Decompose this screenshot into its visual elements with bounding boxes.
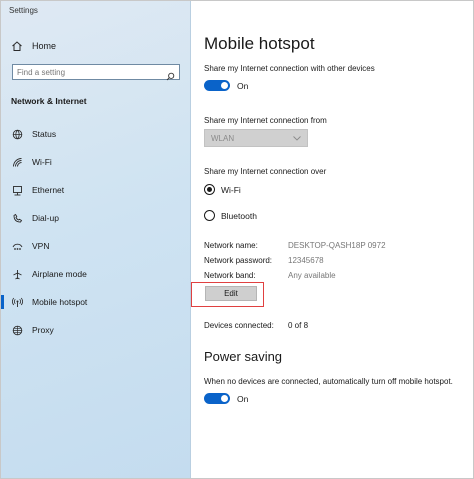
sidebar-item-label: Proxy xyxy=(32,325,54,335)
sidebar-item-label: Dial-up xyxy=(32,213,59,223)
share-from-value: WLAN xyxy=(211,133,235,143)
sidebar: Settings Home Network & Internet Status xyxy=(1,1,191,478)
network-name-label: Network name: xyxy=(204,241,258,250)
sidebar-item-wifi[interactable]: Wi-Fi xyxy=(1,154,190,170)
share-connection-label: Share my Internet connection with other … xyxy=(204,64,375,73)
globe-status-icon xyxy=(11,128,23,140)
home-label: Home xyxy=(32,41,57,51)
hotspot-icon xyxy=(11,296,23,308)
sidebar-item-label: Ethernet xyxy=(32,185,65,195)
share-from-dropdown[interactable]: WLAN xyxy=(204,129,308,147)
network-band-value: Any available xyxy=(288,271,336,280)
section-title: Network & Internet xyxy=(11,96,87,106)
app-title: Settings xyxy=(9,6,38,15)
sidebar-item-home[interactable]: Home xyxy=(11,39,56,53)
radio-wifi-label[interactable]: Wi-Fi xyxy=(221,185,241,195)
ethernet-icon xyxy=(11,184,23,196)
globe-icon xyxy=(11,324,23,336)
sidebar-item-mobile-hotspot[interactable]: Mobile hotspot xyxy=(1,294,190,310)
active-indicator xyxy=(1,295,4,309)
sidebar-item-airplane-mode[interactable]: Airplane mode xyxy=(1,266,190,282)
devices-connected-value: 0 of 8 xyxy=(288,321,309,330)
sidebar-item-ethernet[interactable]: Ethernet xyxy=(1,182,190,198)
power-saving-description: When no devices are connected, automatic… xyxy=(204,377,453,386)
vpn-icon xyxy=(11,240,23,252)
sidebar-item-label: Status xyxy=(32,129,57,139)
airplane-icon xyxy=(11,268,23,280)
wifi-icon xyxy=(11,156,23,168)
share-connection-toggle-text: On xyxy=(237,81,249,91)
radio-wifi[interactable] xyxy=(204,184,215,195)
settings-window: Settings Home Network & Internet Status xyxy=(0,0,474,479)
sidebar-item-proxy[interactable]: Proxy xyxy=(1,322,190,338)
sidebar-item-vpn[interactable]: VPN xyxy=(1,238,190,254)
sidebar-item-label: Airplane mode xyxy=(32,269,87,279)
home-icon xyxy=(11,40,23,52)
share-connection-toggle[interactable] xyxy=(204,80,230,91)
share-from-label: Share my Internet connection from xyxy=(204,116,327,125)
power-saving-toggle[interactable] xyxy=(204,393,230,404)
sidebar-item-status[interactable]: Status xyxy=(1,126,190,142)
radio-bluetooth[interactable] xyxy=(204,210,215,221)
radio-bluetooth-label[interactable]: Bluetooth xyxy=(221,211,257,221)
sidebar-item-dialup[interactable]: Dial-up xyxy=(1,210,190,226)
main-content: Mobile hotspot Share my Internet connect… xyxy=(191,1,472,478)
power-saving-toggle-text: On xyxy=(237,394,249,404)
sidebar-item-label: Wi-Fi xyxy=(32,157,52,167)
network-name-value: DESKTOP-QASH18P 0972 xyxy=(288,241,386,250)
search-box[interactable] xyxy=(12,64,180,80)
search-input[interactable] xyxy=(17,66,166,78)
edit-button[interactable]: Edit xyxy=(205,286,257,301)
network-band-label: Network band: xyxy=(204,271,256,280)
toggle-knob xyxy=(221,395,228,402)
power-saving-title: Power saving xyxy=(204,349,283,364)
page-title: Mobile hotspot xyxy=(204,34,315,53)
phone-icon xyxy=(11,212,23,224)
chevron-down-icon xyxy=(293,134,301,143)
sidebar-item-label: Mobile hotspot xyxy=(32,297,88,307)
network-password-label: Network password: xyxy=(204,256,273,265)
search-icon[interactable] xyxy=(166,68,175,80)
toggle-knob xyxy=(221,82,228,89)
share-over-label: Share my Internet connection over xyxy=(204,167,327,176)
devices-connected-label: Devices connected: xyxy=(204,321,274,330)
sidebar-item-label: VPN xyxy=(32,241,50,251)
network-password-value: 12345678 xyxy=(288,256,324,265)
